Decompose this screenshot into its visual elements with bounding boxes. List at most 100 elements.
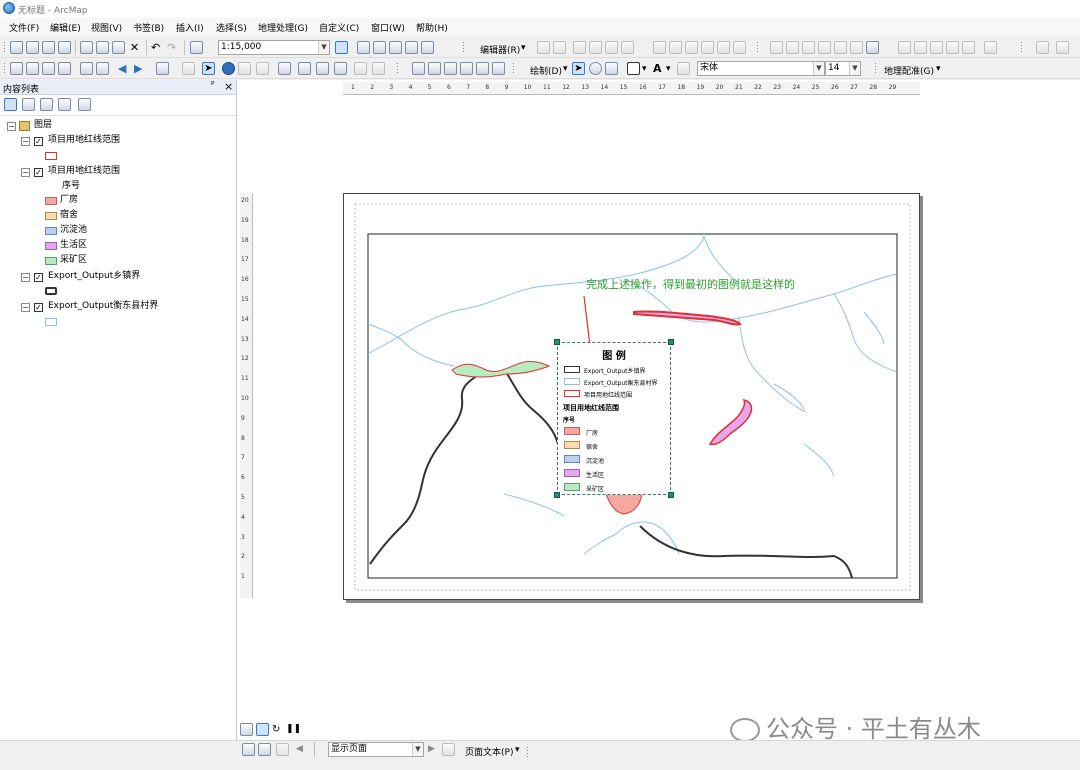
legend-swatch[interactable]	[45, 227, 57, 235]
save-icon[interactable]	[42, 41, 55, 54]
pin-icon[interactable]: ᴾ	[211, 81, 214, 91]
menu-file[interactable]: 文件(F)	[9, 21, 39, 34]
find-icon[interactable]	[298, 62, 311, 75]
new-document-icon[interactable]	[10, 41, 23, 54]
layers-root-label[interactable]: 图层	[34, 119, 52, 132]
chevron-down-icon[interactable]: ▾	[521, 43, 526, 53]
list-by-visibility-icon[interactable]	[40, 98, 53, 111]
toolbar-grip[interactable]	[396, 62, 399, 75]
layout-pan-icon[interactable]	[444, 62, 457, 75]
fixed-zoom-out-icon[interactable]	[96, 62, 109, 75]
layout-zoom-in-icon[interactable]	[412, 62, 425, 75]
collapse-icon[interactable]: −	[21, 303, 30, 312]
open-icon[interactable]	[26, 41, 39, 54]
globe-icon[interactable]	[866, 41, 879, 54]
layer-visibility-checkbox[interactable]: ✓	[34, 303, 43, 312]
draw-select-icon[interactable]: ➤	[572, 62, 585, 75]
resize-handle[interactable]	[668, 492, 674, 498]
editor-toolbar-icon[interactable]	[335, 41, 348, 54]
chevron-down-icon[interactable]: ▾	[563, 64, 568, 74]
chevron-down-icon[interactable]: ▾	[936, 64, 941, 74]
cut-icon[interactable]	[80, 41, 93, 54]
rotate-icon[interactable]	[717, 41, 730, 54]
toolbar-grip[interactable]	[526, 746, 529, 759]
time-slider-icon[interactable]	[354, 62, 367, 75]
menu-view[interactable]: 视图(V)	[91, 21, 122, 34]
pause-icon[interactable]: ❚❚	[286, 723, 301, 736]
topology-icon[interactable]	[770, 41, 783, 54]
menu-bookmarks[interactable]: 书签(B)	[133, 21, 164, 34]
attributes-icon[interactable]	[733, 41, 746, 54]
flag-icon[interactable]	[914, 41, 927, 54]
cut-polygons-icon[interactable]	[685, 41, 698, 54]
add-data-icon[interactable]	[190, 41, 203, 54]
collapse-icon[interactable]: −	[21, 168, 30, 177]
zoom-whole-page-icon[interactable]	[460, 62, 473, 75]
arctoolbox-icon[interactable]	[405, 41, 418, 54]
legend-swatch[interactable]	[45, 287, 57, 295]
text-tool-icon[interactable]: A	[653, 62, 662, 75]
move-icon[interactable]	[818, 41, 831, 54]
toolbar-grip[interactable]	[3, 62, 6, 75]
legend-swatch[interactable]	[45, 212, 57, 220]
end-point-arc-icon[interactable]	[589, 41, 602, 54]
snap-icon[interactable]	[802, 41, 815, 54]
toc-options-icon[interactable]	[78, 98, 91, 111]
menu-edit[interactable]: 编辑(E)	[50, 21, 81, 34]
map-legend[interactable]: 图 例 Export_Output乡镇界 Export_Output衡东县村界 …	[557, 342, 671, 495]
toolbar-grip[interactable]	[3, 41, 6, 54]
georeferencing-menu[interactable]: 地理配准(G)	[884, 64, 934, 77]
viewer-icon[interactable]	[372, 62, 385, 75]
layer-name-village-boundary[interactable]: Export_Output衡东县村界	[48, 300, 158, 313]
first-page-icon[interactable]	[276, 743, 289, 756]
rotate-element-icon[interactable]	[589, 62, 602, 75]
next-page-icon[interactable]: ▶	[428, 743, 441, 756]
validate-icon[interactable]	[850, 41, 863, 54]
layer-icon[interactable]	[1036, 41, 1049, 54]
page-text-menu[interactable]: 页面文本(P)	[465, 745, 513, 758]
legend-swatch[interactable]	[45, 152, 57, 160]
layer-name-township-boundary[interactable]: Export_Output乡镇界	[48, 270, 140, 283]
point-icon[interactable]	[621, 41, 634, 54]
list-by-drawing-order-icon[interactable]	[4, 98, 17, 111]
last-page-icon[interactable]	[442, 743, 455, 756]
zoom-to-selected-icon[interactable]	[605, 62, 618, 75]
chevron-down-icon[interactable]: ▼	[849, 62, 860, 75]
reshape-feature-icon[interactable]	[669, 41, 682, 54]
refresh-icon[interactable]: ↻	[272, 723, 285, 736]
split-tool-icon[interactable]	[701, 41, 714, 54]
copy-icon[interactable]	[96, 41, 109, 54]
options-icon[interactable]	[1056, 41, 1069, 54]
font-size-combo[interactable]: 14 ▼	[825, 61, 861, 76]
edge-icon[interactable]	[786, 41, 799, 54]
chevron-down-icon[interactable]: ▾	[642, 64, 647, 74]
full-extent-icon[interactable]	[58, 62, 71, 75]
chevron-down-icon[interactable]: ▾	[666, 64, 671, 74]
page-select-combo[interactable]: 显示页面 ▼	[328, 742, 424, 757]
list-by-selection-icon[interactable]	[58, 98, 71, 111]
search-window-icon[interactable]	[389, 41, 402, 54]
toolbar-grip[interactable]	[874, 62, 877, 75]
redo-icon[interactable]: ↷	[167, 41, 180, 54]
rectangle-icon[interactable]	[627, 62, 640, 75]
toc-window-icon[interactable]	[357, 41, 370, 54]
menu-help[interactable]: 帮助(H)	[416, 21, 448, 34]
legend-swatch[interactable]	[45, 242, 57, 250]
chevron-down-icon[interactable]: ▼	[412, 743, 423, 756]
layer-name-redline-outline[interactable]: 项目用地红线范围	[48, 134, 120, 147]
legend-swatch[interactable]	[45, 318, 57, 326]
python-window-icon[interactable]	[421, 41, 434, 54]
align-icon[interactable]	[834, 41, 847, 54]
edit-vertices-icon[interactable]	[653, 41, 666, 54]
edit-tool-icon[interactable]	[537, 41, 550, 54]
chevron-down-icon[interactable]: ▼	[813, 62, 824, 75]
layer-visibility-checkbox[interactable]: ✓	[34, 137, 43, 146]
html-popup-icon[interactable]	[256, 62, 269, 75]
clear-selection-icon[interactable]	[182, 62, 195, 75]
legend-swatch[interactable]	[45, 257, 57, 265]
close-icon[interactable]: ×	[224, 80, 233, 93]
chevron-down-icon[interactable]: ▾	[515, 745, 520, 755]
collapse-icon[interactable]: −	[21, 137, 30, 146]
toolbar-grip[interactable]	[756, 41, 759, 54]
resize-handle[interactable]	[554, 492, 560, 498]
